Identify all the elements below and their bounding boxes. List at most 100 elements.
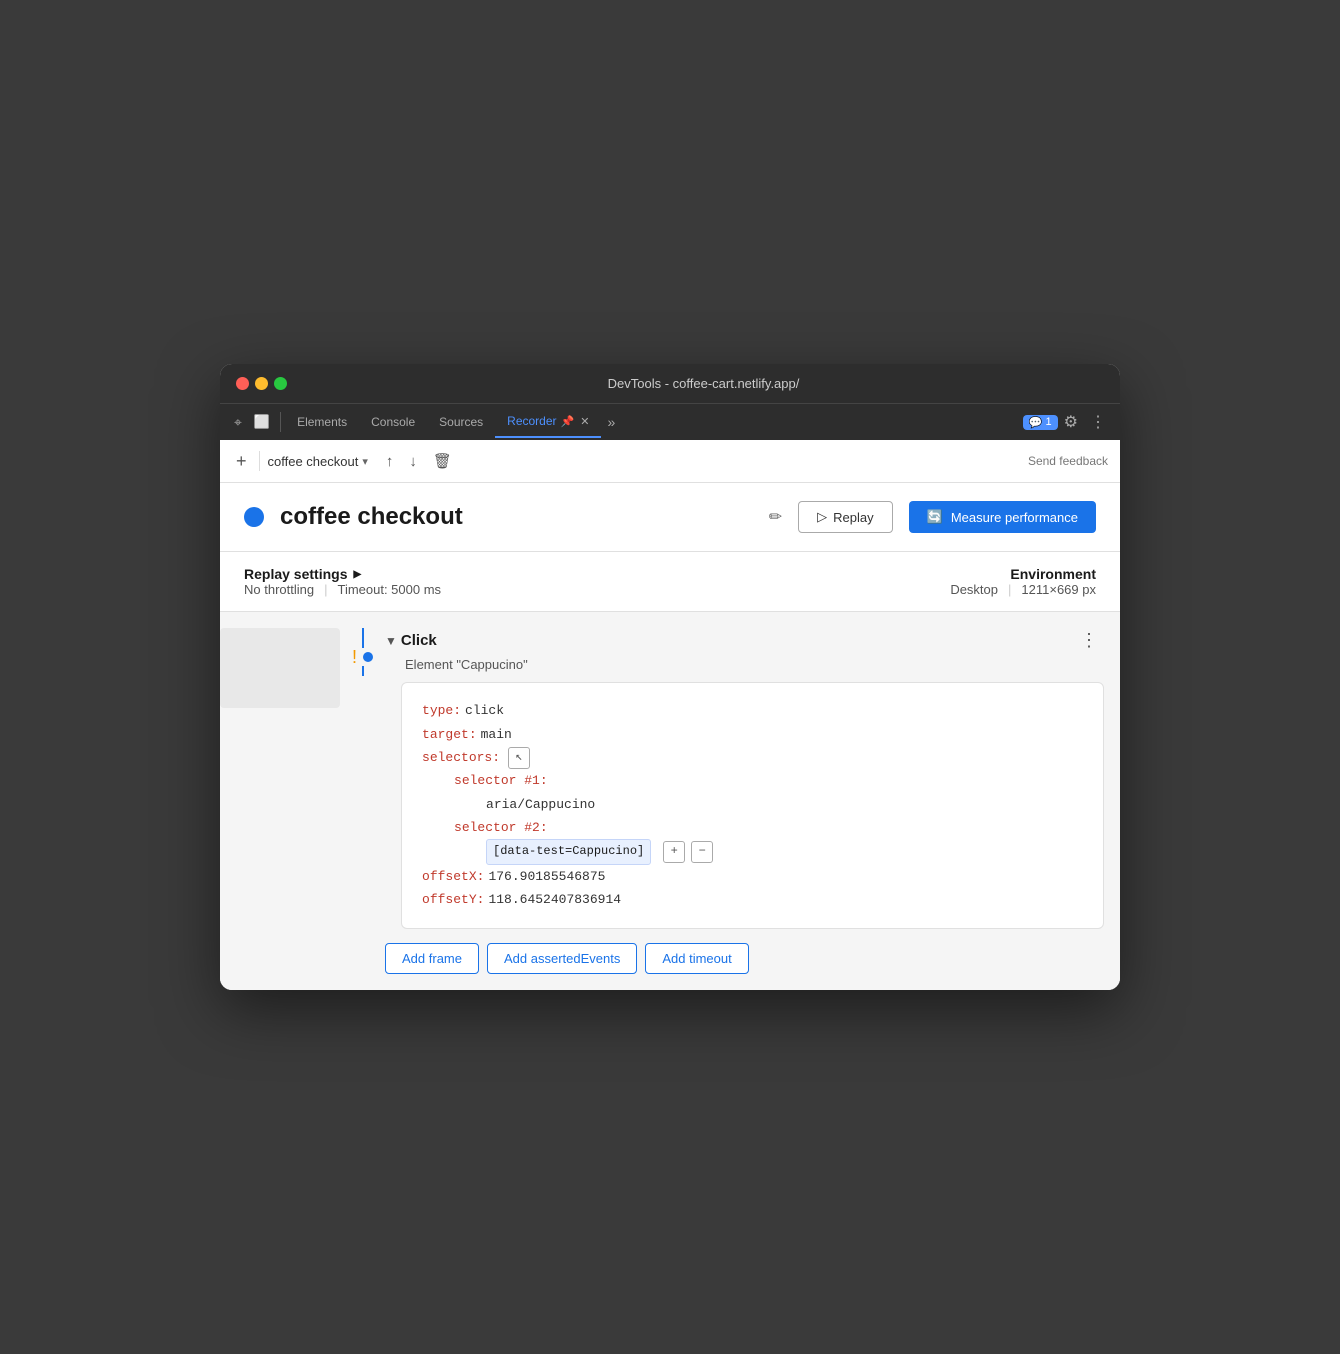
step-connector: ! [340, 628, 385, 676]
measure-icon: 🔄 [927, 509, 943, 525]
recording-name: coffee checkout [268, 454, 359, 469]
throttling-value: No throttling [244, 582, 324, 597]
step-element-label: Element "Cappucino" [405, 657, 1104, 672]
code-offsetx-line: offsetX: 176.90185546875 [422, 865, 1083, 888]
code-selector2-line: selector #2: [454, 816, 1083, 839]
badge-icon: 💬 [1029, 416, 1043, 429]
tab-separator-1 [280, 412, 281, 432]
send-feedback-link[interactable]: Send feedback [1028, 454, 1108, 468]
code-type-line: type: click [422, 699, 1083, 722]
import-button[interactable]: ↓ [403, 449, 423, 474]
code-selector1-line: selector #1: [454, 769, 1083, 792]
recording-status-dot [244, 507, 264, 527]
step-header: ▼ Click ⋮ [385, 628, 1104, 653]
tab-recorder[interactable]: Recorder 📌 ✕ [495, 406, 601, 438]
connector-dot [363, 652, 373, 662]
settings-row: Replay settings ▶ No throttling | Timeou… [244, 566, 1096, 597]
recorder-toolbar: + coffee checkout ▾ ↑ ↓ 🗑 Send feedback [220, 440, 1120, 483]
delete-button[interactable]: 🗑 [427, 448, 458, 474]
env-separator: | [998, 582, 1021, 597]
offsety-key: offsetY: [422, 888, 484, 911]
connector-line-bottom [362, 666, 364, 676]
recording-header: coffee checkout ✏ ▷ Replay 🔄 Measure per… [220, 483, 1120, 552]
step-more-button[interactable]: ⋮ [1074, 628, 1104, 653]
expand-step-icon[interactable]: ▼ [385, 634, 397, 648]
type-val: click [465, 699, 504, 722]
tab-sources[interactable]: Sources [427, 407, 495, 437]
settings-arrow-icon: ▶ [353, 569, 361, 580]
traffic-lights [236, 377, 287, 390]
remove-selector-button[interactable]: − [691, 841, 713, 863]
target-val: main [481, 723, 512, 746]
env-type: Desktop [950, 582, 998, 597]
window-title: DevTools - coffee-cart.netlify.app/ [303, 376, 1104, 391]
edit-title-icon[interactable]: ✏ [769, 507, 782, 527]
code-selector1-val-line: aria/Cappucino [486, 793, 1083, 816]
add-timeout-button[interactable]: Add timeout [645, 943, 748, 974]
selector2-val-box: [data-test=Cappucino] [486, 839, 651, 865]
close-button[interactable] [236, 377, 249, 390]
connector-line-top [362, 628, 364, 648]
environment-details: Desktop | 1211×669 px [950, 582, 1096, 597]
chevron-down-icon: ▾ [362, 455, 368, 468]
badge-count: 1 [1046, 416, 1052, 428]
toolbar-divider [259, 451, 260, 471]
replay-settings-title[interactable]: Replay settings ▶ [244, 566, 451, 582]
devtools-window: DevTools - coffee-cart.netlify.app/ ⌖ ⬜ … [220, 364, 1120, 990]
more-options-icon[interactable]: ⋮ [1084, 404, 1112, 440]
code-offsety-line: offsetY: 118.6452407836914 [422, 888, 1083, 911]
cursor-icon[interactable]: ⌖ [228, 406, 248, 439]
recording-select[interactable]: coffee checkout ▾ [268, 454, 368, 469]
replay-label: Replay [833, 510, 873, 525]
content-area: coffee checkout ✏ ▷ Replay 🔄 Measure per… [220, 483, 1120, 990]
selector1-val: aria/Cappucino [486, 793, 595, 816]
selector2-key: selector #2: [454, 816, 548, 839]
target-key: target: [422, 723, 477, 746]
add-recording-button[interactable]: + [232, 449, 251, 474]
measure-performance-button[interactable]: 🔄 Measure performance [909, 501, 1096, 533]
selectors-key: selectors: [422, 746, 500, 769]
add-frame-button[interactable]: Add frame [385, 943, 479, 974]
title-bar: DevTools - coffee-cart.netlify.app/ [220, 364, 1120, 403]
badge-button[interactable]: 💬 1 [1023, 415, 1058, 430]
add-asserted-events-button[interactable]: Add assertedEvents [487, 943, 637, 974]
export-button[interactable]: ↑ [380, 449, 400, 474]
env-size: 1211×669 px [1021, 582, 1096, 597]
pin-icon: 📌 [561, 415, 575, 428]
tab-elements[interactable]: Elements [285, 407, 359, 437]
close-tab-icon[interactable]: ✕ [580, 415, 589, 428]
add-selector-button[interactable]: + [663, 841, 685, 863]
recording-title: coffee checkout [280, 503, 749, 531]
replay-button[interactable]: ▷ Replay [798, 501, 892, 533]
step-type-label: Click [401, 632, 1074, 649]
step-thumbnail [220, 628, 340, 708]
replay-play-icon: ▷ [817, 509, 827, 525]
code-selector2-val-line: [data-test=Cappucino] + − [486, 839, 1083, 865]
type-key: type: [422, 699, 461, 722]
step-item: ! ▼ Click ⋮ Element "Cappucino" [220, 628, 1120, 974]
offsety-val: 118.6452407836914 [488, 888, 621, 911]
offsetx-key: offsetX: [422, 865, 484, 888]
toolbar-icons: ↑ ↓ 🗑 [380, 448, 458, 474]
code-selectors-line: selectors: ↖ [422, 746, 1083, 769]
action-buttons: Add frame Add assertedEvents Add timeout [385, 943, 1104, 974]
steps-area: ! ▼ Click ⋮ Element "Cappucino" [220, 612, 1120, 990]
minimize-button[interactable] [255, 377, 268, 390]
devtools-tabs-bar: ⌖ ⬜ Elements Console Sources Recorder 📌 … [220, 403, 1120, 440]
step-content: ▼ Click ⋮ Element "Cappucino" type: clic… [385, 628, 1104, 974]
more-tabs-icon[interactable]: » [601, 406, 621, 438]
settings-left: Replay settings ▶ No throttling | Timeou… [244, 566, 451, 597]
maximize-button[interactable] [274, 377, 287, 390]
device-icon[interactable]: ⬜ [248, 406, 276, 438]
replay-settings-bar: Replay settings ▶ No throttling | Timeou… [220, 552, 1120, 612]
selector1-key: selector #1: [454, 769, 548, 792]
environment-title: Environment [950, 566, 1096, 582]
settings-separator: | [324, 582, 337, 597]
gear-icon[interactable]: ⚙ [1058, 404, 1084, 440]
warning-icon: ! [352, 648, 357, 666]
tab-console[interactable]: Console [359, 407, 427, 437]
offsetx-val: 176.90185546875 [488, 865, 605, 888]
selector-tool-icon[interactable]: ↖ [508, 747, 530, 769]
code-block: type: click target: main selectors: ↖ [401, 682, 1104, 929]
timeout-value: Timeout: 5000 ms [337, 582, 451, 597]
